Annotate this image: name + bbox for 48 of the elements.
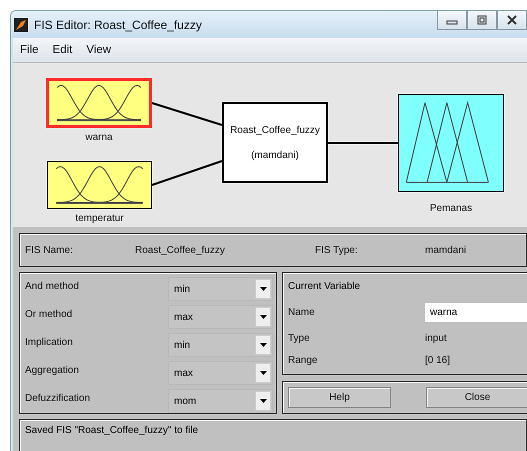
field-label: Type — [288, 333, 311, 344]
connector-line — [328, 142, 398, 144]
system-name: Roast_Coffee_fuzzy — [230, 124, 320, 136]
caret-icon — [260, 343, 266, 347]
menu-item[interactable]: Edit — [48, 42, 78, 58]
connector-line — [152, 160, 222, 186]
field-label: And method — [25, 280, 80, 292]
menu-item[interactable]: File — [15, 42, 44, 58]
dialog-button[interactable]: Help — [288, 387, 391, 408]
app-icon — [14, 18, 28, 32]
method-dropdown[interactable]: mom — [168, 389, 273, 413]
dialog-button[interactable]: Close — [426, 387, 527, 408]
caret-icon — [260, 287, 266, 291]
variable-label: warna — [85, 132, 113, 143]
caret-icon — [260, 371, 266, 375]
method-dropdown[interactable]: max — [168, 305, 273, 329]
field-label: Aggregation — [25, 364, 80, 376]
field-label: FIS Name: — [25, 244, 74, 256]
system-node[interactable]: Roast_Coffee_fuzzy (mamdani) — [222, 102, 328, 183]
name-field[interactable]: warna — [425, 302, 527, 322]
caret-icon — [260, 315, 266, 319]
maximize-button[interactable] — [467, 11, 497, 30]
field-label: FIS Type: — [315, 244, 359, 256]
method-dropdown[interactable]: min — [168, 277, 273, 301]
close-icon — [506, 15, 518, 25]
window-title: FIS Editor: Roast_Coffee_fuzzy — [34, 18, 202, 32]
field-label: Range — [288, 355, 318, 366]
field-label: Implication — [25, 336, 74, 348]
field-value: mamdani — [425, 244, 468, 256]
variable-label: Pemanas — [430, 203, 472, 214]
field-value: [0 16] — [425, 355, 452, 366]
minimize-button[interactable] — [437, 11, 467, 30]
variable-label: temperatur — [75, 213, 124, 224]
field-label: Or method — [25, 308, 74, 320]
panel-title: Current Variable — [288, 280, 362, 292]
system-type: (mamdani) — [251, 150, 299, 160]
method-dropdown[interactable]: min — [168, 333, 273, 357]
field-label: Defuzzification — [25, 392, 92, 404]
menu-item[interactable]: View — [81, 42, 116, 58]
field-value: input — [425, 333, 448, 344]
maximize-icon — [476, 15, 488, 25]
connector-line — [152, 102, 222, 126]
field-value: Roast_Coffee_fuzzy — [135, 244, 226, 256]
close-button[interactable] — [497, 11, 527, 30]
caret-icon — [260, 399, 266, 403]
method-dropdown[interactable]: max — [168, 361, 273, 385]
field-label: Name — [288, 306, 316, 318]
status-bar: Saved FIS "Roast_Coffee_fuzzy" to file — [19, 419, 527, 451]
